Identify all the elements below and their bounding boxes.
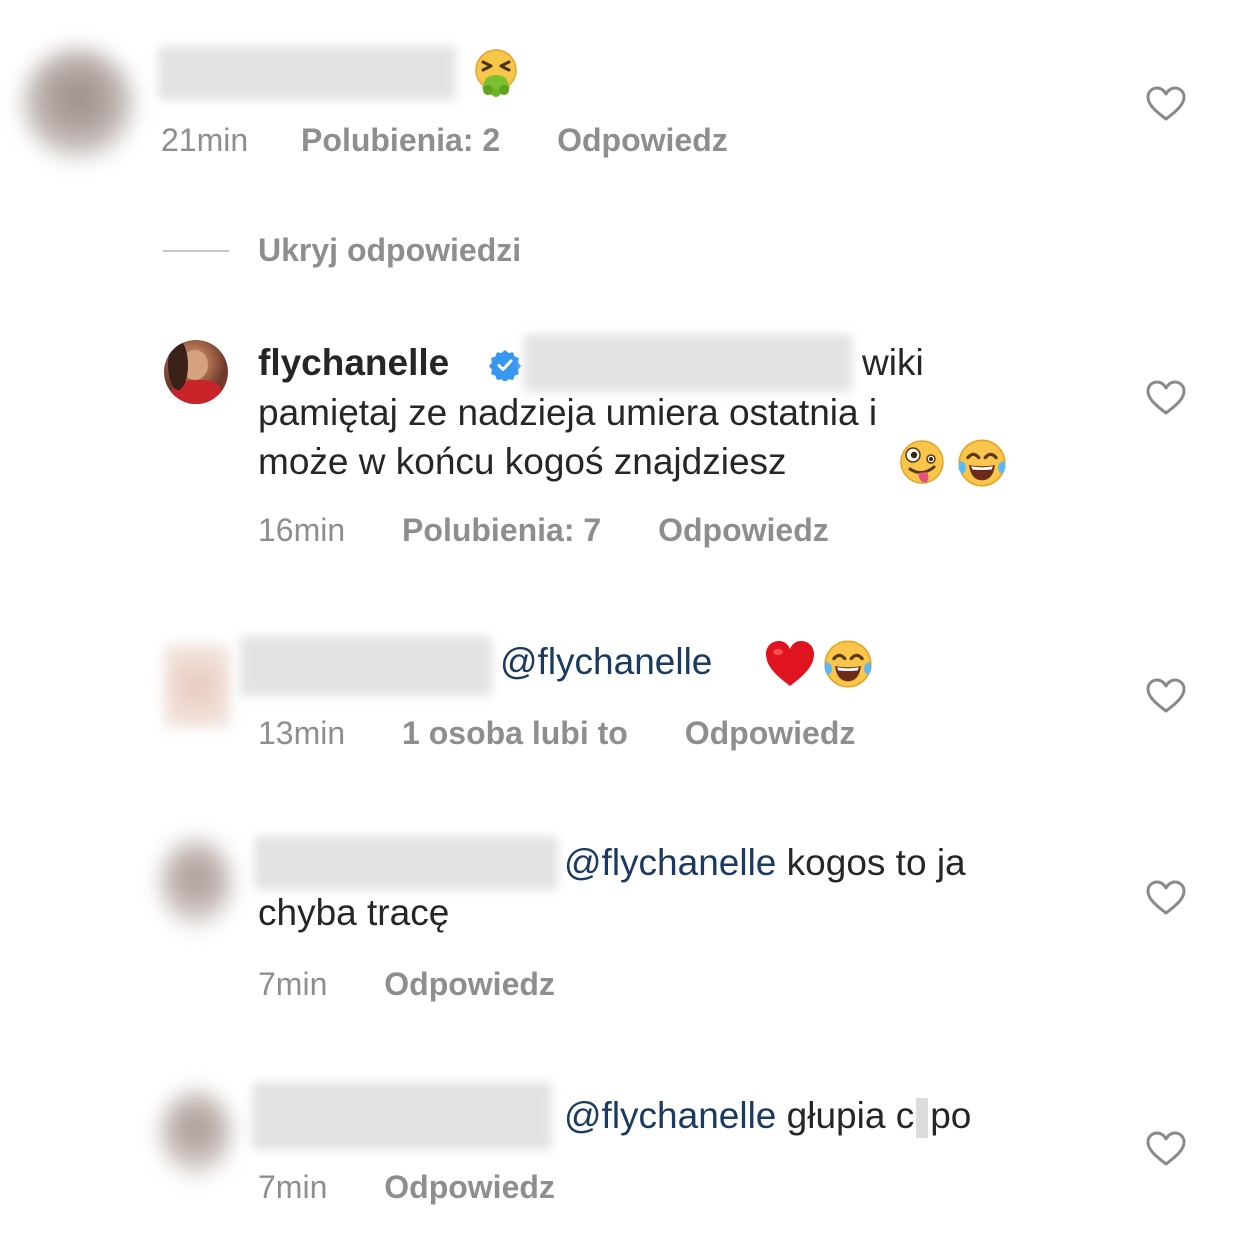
comment-meta: 13min 1 osoba lubi to Odpowiedz: [258, 715, 855, 752]
comment-time: 21min: [161, 122, 249, 158]
comment-meta: 21min Polubienia: 2 Odpowiedz: [161, 122, 728, 159]
comment-text-line3: może w końcu kogoś znajdziesz: [258, 437, 787, 486]
comment-meta: 7min Odpowiedz: [258, 966, 555, 1003]
hide-replies-line: [163, 250, 229, 252]
comment-text-line1-end: wiki: [862, 342, 924, 383]
tears-of-joy-icon: [822, 638, 874, 690]
likes-count[interactable]: Polubienia: 7: [402, 512, 601, 548]
verified-badge-icon: [489, 350, 521, 381]
username-redacted[interactable]: [254, 836, 558, 890]
comment-time: 7min: [258, 966, 328, 1002]
like-heart-icon[interactable]: [1146, 880, 1186, 916]
comment-text: @flychanelle: [500, 637, 712, 686]
like-heart-icon[interactable]: [1146, 678, 1186, 714]
avatar[interactable]: [22, 48, 134, 160]
username[interactable]: flychanelle: [258, 342, 449, 383]
comment-time: 13min: [258, 715, 346, 751]
mention-link[interactable]: @flychanelle: [500, 641, 712, 682]
like-heart-icon[interactable]: [1146, 380, 1186, 416]
avatar[interactable]: [160, 838, 232, 928]
mention-link[interactable]: @flychanelle: [564, 1095, 776, 1136]
comment-meta: 16min Polubienia: 7 Odpowiedz: [258, 512, 829, 549]
comment-text-line3-text: może w końcu kogoś znajdziesz: [258, 441, 787, 482]
comment-text-line1: kogos to ja: [786, 842, 966, 883]
red-heart-icon: [766, 641, 814, 686]
likes-count[interactable]: 1 osoba lubi to: [402, 715, 628, 751]
username-redacted[interactable]: [252, 1082, 552, 1150]
comment-time: 16min: [258, 512, 346, 548]
like-heart-icon[interactable]: [1146, 1131, 1186, 1167]
avatar[interactable]: [164, 644, 230, 728]
tears-of-joy-icon: [956, 437, 1008, 489]
comment-text-line2: pamiętaj ze nadzieja umiera ostatnia i: [258, 392, 878, 433]
comment-text-b: po: [930, 1095, 972, 1136]
comment-text-a: głupia c: [786, 1095, 915, 1136]
tagged-user-redacted[interactable]: [524, 334, 852, 392]
censor-bar: [916, 1098, 929, 1139]
reply-button[interactable]: Odpowiedz: [384, 1169, 555, 1205]
comment-time: 7min: [258, 1169, 328, 1205]
avatar[interactable]: [160, 1090, 232, 1176]
likes-count[interactable]: Polubienia: 2: [301, 122, 500, 158]
comment-text: @flychanelle głupia c po: [564, 1091, 971, 1140]
hide-replies-button[interactable]: Ukryj odpowiedzi: [258, 232, 521, 269]
reply-button[interactable]: Odpowiedz: [384, 966, 555, 1002]
nauseated-face-icon: [475, 49, 517, 97]
comment-text: flychanelle: [258, 338, 449, 387]
username-redacted[interactable]: [240, 636, 492, 696]
reply-button[interactable]: Odpowiedz: [557, 122, 728, 158]
comment-text: @flychanelle kogos to ja: [564, 838, 966, 887]
comment-text-line2: chyba tracę: [258, 892, 450, 933]
zany-face-icon: [900, 440, 944, 484]
mention-link[interactable]: @flychanelle: [564, 842, 776, 883]
avatar[interactable]: [164, 340, 228, 404]
like-heart-icon[interactable]: [1146, 86, 1186, 122]
reply-button[interactable]: Odpowiedz: [658, 512, 829, 548]
username-redacted[interactable]: [158, 46, 456, 100]
reply-button[interactable]: Odpowiedz: [685, 715, 856, 751]
comment-meta: 7min Odpowiedz: [258, 1169, 555, 1206]
